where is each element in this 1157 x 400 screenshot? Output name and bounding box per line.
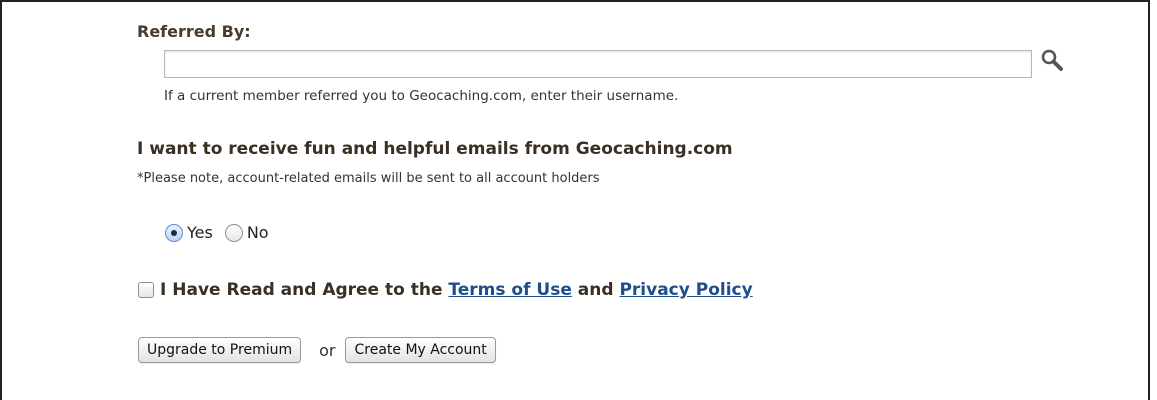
no-radio[interactable]: [224, 223, 243, 242]
no-radio-label[interactable]: No: [247, 223, 269, 242]
email-opt-in-options: Yes No: [165, 223, 281, 242]
create-account-button[interactable]: Create My Account: [345, 337, 496, 363]
referred-by-input[interactable]: [164, 50, 1032, 78]
referral-hint: If a current member referred you to Geoc…: [164, 88, 679, 104]
action-buttons: Upgrade to Premium or Create My Account: [138, 337, 496, 363]
terms-of-use-link[interactable]: Terms of Use: [448, 280, 571, 300]
email-note: *Please note, account-related emails wil…: [137, 171, 600, 186]
agree-checkbox[interactable]: [138, 282, 154, 298]
yes-radio-label[interactable]: Yes: [187, 223, 213, 242]
or-separator: or: [319, 340, 336, 360]
agree-connector: and: [577, 280, 614, 300]
magnifier-icon[interactable]: [1040, 48, 1066, 74]
agree-prefix: I Have Read and Agree to the: [160, 280, 443, 300]
privacy-policy-link[interactable]: Privacy Policy: [619, 280, 752, 300]
terms-agreement-row: I Have Read and Agree to the Terms of Us…: [138, 280, 753, 300]
referred-by-label: Referred By:: [137, 22, 251, 41]
yes-radio[interactable]: [165, 223, 183, 242]
email-opt-in-heading: I want to receive fun and helpful emails…: [137, 139, 733, 159]
upgrade-to-premium-button[interactable]: Upgrade to Premium: [138, 337, 302, 363]
